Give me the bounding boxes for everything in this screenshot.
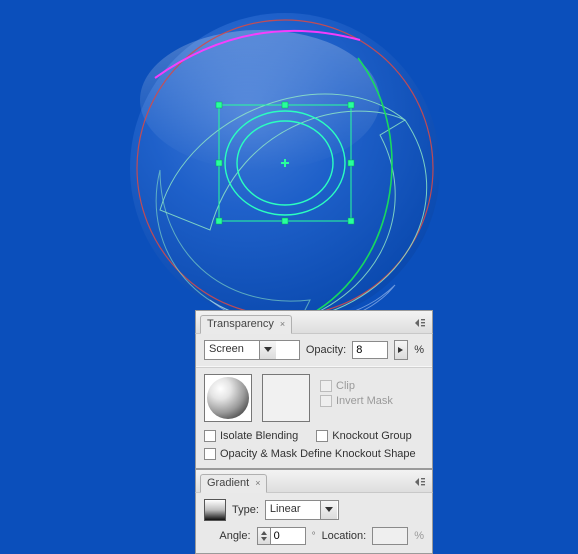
- opacity-input[interactable]: [352, 341, 388, 359]
- opacity-unit: %: [414, 344, 424, 356]
- gradient-flyout-button[interactable]: [412, 475, 428, 489]
- blend-mode-value: Screen: [205, 341, 259, 359]
- chevron-down-icon: [259, 341, 276, 359]
- transparency-flyout-button[interactable]: [412, 316, 428, 330]
- blend-mode-dropdown[interactable]: Screen: [204, 340, 300, 360]
- gradient-type-label: Type:: [232, 504, 259, 516]
- flyout-menu-icon: [414, 318, 426, 328]
- knockout-group-checkbox[interactable]: Knockout Group: [316, 430, 412, 442]
- gradient-angle-label: Angle:: [219, 530, 250, 542]
- opacity-label: Opacity:: [306, 344, 346, 356]
- chevron-right-icon: [398, 347, 404, 353]
- opacity-mask-define-label: Opacity & Mask Define Knockout Shape: [220, 448, 416, 460]
- knockout-group-label: Knockout Group: [332, 430, 412, 442]
- gradient-angle-field[interactable]: [257, 527, 306, 545]
- gradient-location-input: [372, 527, 408, 545]
- gradient-tab[interactable]: Gradient ×: [200, 474, 267, 493]
- gradient-location-unit: %: [414, 530, 424, 542]
- object-thumbnail[interactable]: [204, 374, 252, 422]
- panel-group: Transparency × Screen Opacity:: [195, 310, 433, 554]
- transparency-panel-body: Screen Opacity: % Clip: [195, 334, 433, 469]
- flyout-menu-icon: [414, 477, 426, 487]
- gradient-type-dropdown[interactable]: Linear: [265, 500, 339, 520]
- angle-stepper[interactable]: [257, 527, 270, 545]
- invert-mask-checkbox: Invert Mask: [320, 395, 393, 407]
- gradient-angle-input[interactable]: [270, 527, 306, 545]
- clip-label: Clip: [336, 380, 355, 392]
- stepper-icon: [261, 531, 267, 541]
- opacity-mask-define-checkbox[interactable]: Opacity & Mask Define Knockout Shape: [204, 448, 416, 460]
- gradient-swatch[interactable]: [204, 499, 226, 521]
- opacity-field[interactable]: [352, 341, 388, 359]
- close-icon[interactable]: ×: [280, 316, 285, 333]
- transparency-tab-label: Transparency: [207, 316, 274, 333]
- transparency-panel-titlebar[interactable]: Transparency ×: [195, 310, 433, 334]
- isolate-blending-label: Isolate Blending: [220, 430, 298, 442]
- gradient-tab-label: Gradient: [207, 475, 249, 492]
- transparency-tab[interactable]: Transparency ×: [200, 315, 292, 334]
- chevron-down-icon: [320, 501, 337, 519]
- invert-mask-label: Invert Mask: [336, 395, 393, 407]
- isolate-blending-checkbox[interactable]: Isolate Blending: [204, 430, 298, 442]
- gradient-location-field: [372, 527, 408, 545]
- gradient-location-label: Location:: [322, 530, 367, 542]
- gradient-type-value: Linear: [266, 501, 320, 519]
- close-icon[interactable]: ×: [255, 475, 260, 492]
- gradient-panel-titlebar[interactable]: Gradient ×: [195, 469, 433, 493]
- clip-checkbox: Clip: [320, 380, 393, 392]
- mask-thumbnail[interactable]: [262, 374, 310, 422]
- degree-icon: °: [312, 531, 316, 542]
- opacity-slider-button[interactable]: [394, 340, 408, 360]
